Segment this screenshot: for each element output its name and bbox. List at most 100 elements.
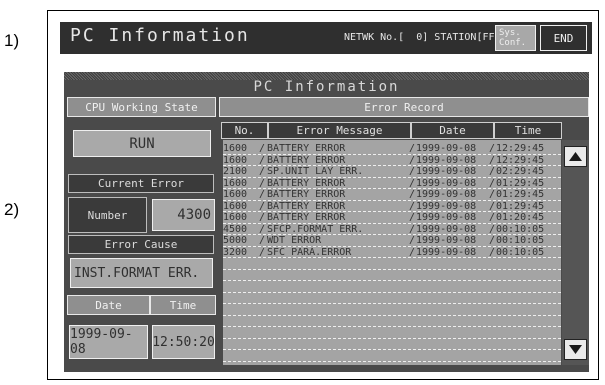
cell-separator: / bbox=[259, 143, 266, 154]
cell-date: 1999-09-08 bbox=[416, 235, 477, 246]
cell-separator: / bbox=[489, 177, 496, 189]
cell-separator: / bbox=[409, 143, 416, 154]
cell-message: BATTERY ERROR bbox=[267, 200, 346, 212]
cell-message: SFC PARA.ERROR bbox=[267, 246, 352, 258]
cell-no: 1600 bbox=[223, 200, 248, 212]
table-row[interactable]: 1600/BATTERY ERROR/1999-09-08/12:29:45 bbox=[223, 143, 561, 155]
table-row[interactable]: 1600/BATTERY ERROR/1999-09-08/12:29:45 bbox=[223, 154, 561, 166]
cell-message: BATTERY ERROR bbox=[267, 154, 346, 166]
cell-message: BATTERY ERROR bbox=[267, 189, 346, 200]
cell-separator: / bbox=[409, 189, 416, 200]
cell-time: 12:29:45 bbox=[496, 154, 545, 166]
col-header-no: No. bbox=[221, 122, 268, 139]
table-row bbox=[223, 304, 561, 316]
cell-date: 1999-09-08 bbox=[416, 246, 477, 258]
table-row[interactable]: 3200/SFC PARA.ERROR/1999-09-08/00:10:05 bbox=[223, 246, 561, 258]
cpu-working-state-label: CPU Working State bbox=[67, 97, 216, 117]
cell-separator: / bbox=[409, 177, 416, 189]
current-error-label: Current Error bbox=[68, 174, 214, 193]
end-button[interactable]: END bbox=[540, 25, 587, 51]
cell-no: 3200 bbox=[223, 246, 248, 258]
error-cause-label: Error Cause bbox=[68, 235, 214, 254]
table-row[interactable]: 4500/SFCP.FORMAT ERR./1999-09-08/00:10:0… bbox=[223, 223, 561, 235]
cell-no: 1600 bbox=[223, 177, 248, 189]
cell-separator: / bbox=[259, 189, 266, 200]
triangle-up-icon[interactable] bbox=[564, 146, 587, 167]
table-row[interactable]: 2100/SP.UNIT LAY ERR./1999-09-08/02:29:4… bbox=[223, 166, 561, 178]
date-column-label: Date bbox=[67, 295, 150, 315]
time-column-label: Time bbox=[150, 295, 216, 315]
table-row bbox=[223, 258, 561, 270]
table-row bbox=[223, 293, 561, 304]
marker-2: 2) bbox=[4, 200, 20, 219]
screen-title: PC Information bbox=[70, 25, 250, 46]
cell-separator: / bbox=[489, 200, 496, 212]
cell-date: 1999-09-08 bbox=[416, 166, 477, 177]
cell-separator: / bbox=[259, 212, 266, 223]
col-header-message: Error Message bbox=[268, 122, 411, 139]
error-number-value: 4300 bbox=[152, 199, 215, 231]
cell-separator: / bbox=[489, 246, 496, 258]
cell-message: WDT ERROR bbox=[267, 235, 322, 246]
cell-separator: / bbox=[259, 246, 266, 258]
cell-separator: / bbox=[489, 154, 496, 166]
error-record-header: Error Record bbox=[219, 97, 589, 117]
cell-time: 12:29:45 bbox=[496, 143, 545, 154]
cell-message: BATTERY ERROR bbox=[267, 212, 346, 223]
table-row bbox=[223, 281, 561, 293]
error-time-value: 12:50:20 bbox=[152, 325, 215, 359]
cell-date: 1999-09-08 bbox=[416, 223, 477, 235]
cell-separator: / bbox=[409, 212, 416, 223]
table-row bbox=[223, 339, 561, 350]
cell-time: 01:29:45 bbox=[496, 200, 545, 212]
cpu-state-value: RUN bbox=[73, 130, 211, 157]
marker-1: 1) bbox=[4, 31, 20, 50]
table-row[interactable]: 1600/BATTERY ERROR/1999-09-08/01:29:45 bbox=[223, 189, 561, 201]
cell-time: 02:29:45 bbox=[496, 166, 545, 177]
col-header-time: Time bbox=[494, 122, 562, 139]
cell-date: 1999-09-08 bbox=[416, 189, 477, 200]
table-row[interactable]: 5000/WDT ERROR/1999-09-08/00:10:05 bbox=[223, 235, 561, 247]
cell-separator: / bbox=[489, 235, 496, 246]
sys-conf-button[interactable]: Sys. Conf. bbox=[495, 25, 536, 51]
table-row bbox=[223, 270, 561, 281]
error-cause-value: INST.FORMAT ERR. bbox=[70, 258, 213, 288]
triangle-down-icon[interactable] bbox=[564, 339, 587, 360]
cell-message: SP.UNIT LAY ERR. bbox=[267, 166, 364, 177]
table-row[interactable]: 1600/BATTERY ERROR/1999-09-08/01:29:45 bbox=[223, 200, 561, 212]
cell-separator: / bbox=[409, 223, 416, 235]
cell-date: 1999-09-08 bbox=[416, 154, 477, 166]
cell-no: 1600 bbox=[223, 143, 248, 154]
cell-time: 00:10:05 bbox=[496, 246, 545, 258]
network-station-readout: NETWK No.[ 0] STATION[FF] bbox=[344, 32, 501, 43]
cell-date: 1999-09-08 bbox=[416, 212, 477, 223]
cell-separator: / bbox=[259, 235, 266, 246]
error-date-value: 1999-09-08 bbox=[69, 325, 148, 359]
cell-time: 00:10:05 bbox=[496, 235, 545, 246]
cell-separator: / bbox=[409, 166, 416, 177]
cell-message: SFCP.FORMAT ERR. bbox=[267, 223, 364, 235]
cell-no: 1600 bbox=[223, 189, 248, 200]
scrollbar-track bbox=[562, 140, 589, 365]
error-record-list: 1600/BATTERY ERROR/1999-09-08/12:29:45 16… bbox=[223, 140, 561, 365]
table-row bbox=[223, 350, 561, 362]
cell-separator: / bbox=[409, 235, 416, 246]
cell-no: 2100 bbox=[223, 166, 248, 177]
cell-separator: / bbox=[489, 166, 496, 177]
cell-separator: / bbox=[409, 200, 416, 212]
cell-separator: / bbox=[259, 154, 266, 166]
cell-message: BATTERY ERROR bbox=[267, 143, 346, 154]
cell-separator: / bbox=[489, 189, 496, 200]
cell-separator: / bbox=[489, 212, 496, 223]
table-row[interactable]: 1600/BATTERY ERROR/1999-09-08/01:29:45 bbox=[223, 177, 561, 189]
cell-no: 5000 bbox=[223, 235, 248, 246]
panel-title: PC Information bbox=[64, 80, 589, 94]
cell-separator: / bbox=[489, 223, 496, 235]
cell-separator: / bbox=[259, 200, 266, 212]
cell-no: 1600 bbox=[223, 212, 248, 223]
table-row bbox=[223, 327, 561, 339]
table-row bbox=[223, 316, 561, 327]
cell-date: 1999-09-08 bbox=[416, 143, 477, 154]
table-row[interactable]: 1600/BATTERY ERROR/1999-09-08/01:20:45 bbox=[223, 212, 561, 224]
cell-separator: / bbox=[259, 166, 266, 177]
